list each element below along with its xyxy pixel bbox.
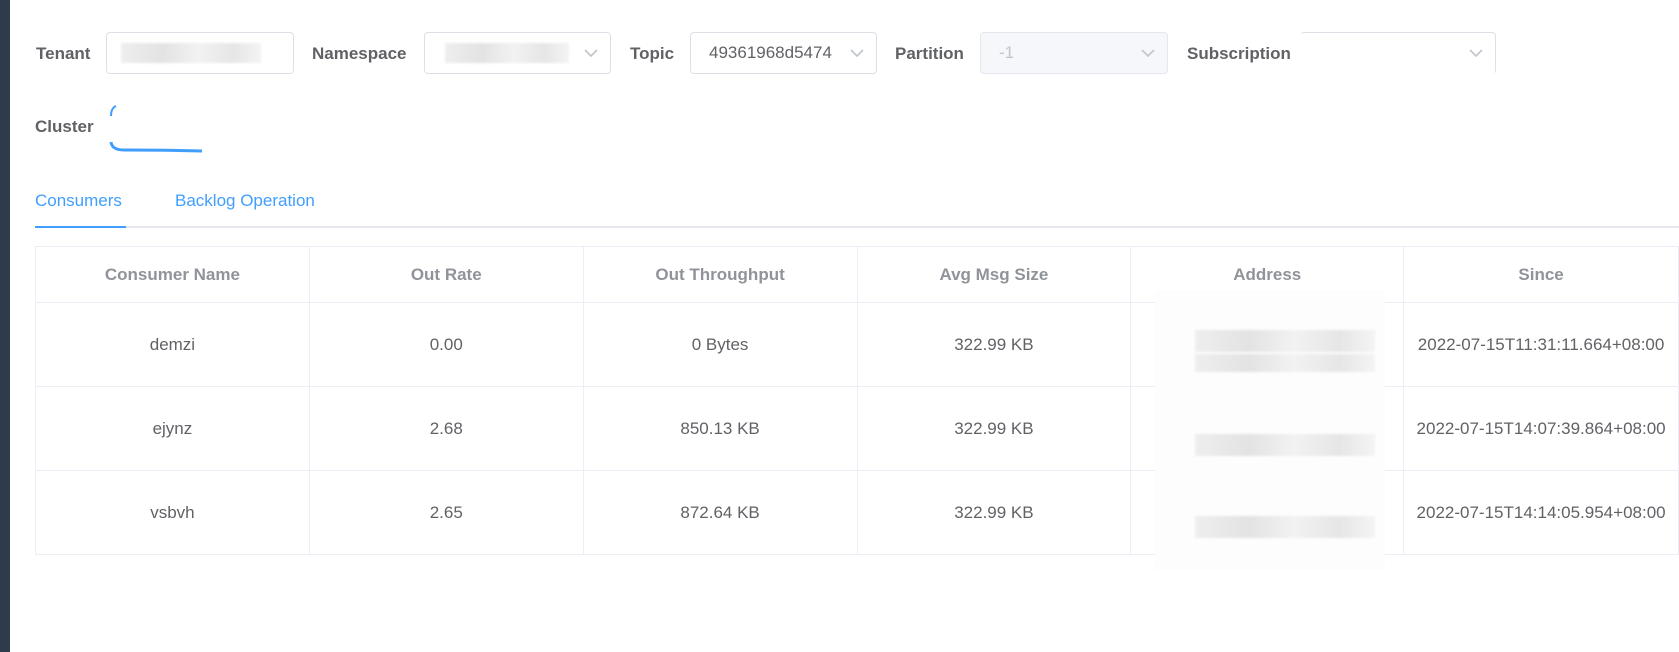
col-out-throughput[interactable]: Out Throughput — [582, 246, 858, 303]
subscription-label: Subscription — [1187, 44, 1291, 63]
table-row: demzi 0.00 0 Bytes 322.99 KB 2022-07-15T… — [35, 302, 1679, 387]
cell-out-rate: 2.65 — [308, 470, 584, 555]
subscription-select[interactable] — [1300, 32, 1496, 74]
topic-label: Topic — [630, 44, 675, 63]
cell-out-throughput: 850.13 KB — [582, 386, 858, 471]
col-consumer-name[interactable]: Consumer Name — [35, 246, 310, 303]
namespace-label: Namespace — [312, 44, 407, 63]
col-avg-msg-size[interactable]: Avg Msg Size — [856, 246, 1132, 303]
consumers-table: Consumer Name Out Rate Out Throughput Av… — [35, 246, 1679, 555]
tenant-label: Tenant — [36, 44, 91, 63]
table-header-row: Consumer Name Out Rate Out Throughput Av… — [35, 246, 1679, 303]
namespace-select[interactable] — [424, 32, 611, 74]
col-since[interactable]: Since — [1403, 246, 1679, 303]
partition-label: Partition — [895, 44, 964, 63]
cell-out-rate: 0.00 — [308, 302, 584, 387]
cell-since: 2022-07-15T11:31:11.664+08:00 — [1403, 302, 1679, 387]
topic-select[interactable]: 49361968d5474 — [690, 32, 877, 74]
redacted-address-3 — [1195, 516, 1375, 538]
cell-out-rate: 2.68 — [308, 386, 584, 471]
cluster-label: Cluster — [35, 117, 94, 136]
chevron-down-icon — [584, 49, 598, 58]
cell-out-throughput: 0 Bytes — [582, 302, 858, 387]
cell-avg-msg-size: 322.99 KB — [856, 386, 1132, 471]
cell-since: 2022-07-15T14:07:39.864+08:00 — [1403, 386, 1679, 471]
cell-consumer-name: ejynz — [35, 386, 310, 471]
redacted-address-overlay — [1155, 290, 1385, 570]
col-out-rate[interactable]: Out Rate — [308, 246, 584, 303]
cluster-select[interactable] — [106, 102, 216, 154]
tab-active-indicator — [35, 226, 126, 228]
redacted-address-1 — [1195, 330, 1375, 352]
sidebar-edge — [0, 0, 10, 652]
cell-out-throughput: 872.64 KB — [582, 470, 858, 555]
cell-avg-msg-size: 322.99 KB — [856, 470, 1132, 555]
cell-since: 2022-07-15T14:14:05.954+08:00 — [1403, 470, 1679, 555]
cell-consumer-name: vsbvh — [35, 470, 310, 555]
chevron-down-icon — [1141, 49, 1155, 58]
cell-avg-msg-size: 322.99 KB — [856, 302, 1132, 387]
redacted-namespace — [445, 43, 569, 63]
tab-consumers[interactable]: Consumers — [35, 191, 122, 211]
redacted-tenant — [121, 43, 261, 63]
topic-value: 49361968d5474 — [709, 43, 832, 62]
partition-select[interactable]: -1 — [980, 32, 1168, 74]
cell-consumer-name: demzi — [35, 302, 310, 387]
partition-value: -1 — [999, 43, 1015, 62]
redacted-address-2 — [1195, 434, 1375, 456]
redacted-address-1b — [1195, 354, 1375, 372]
chevron-down-icon — [850, 49, 864, 58]
tenant-select[interactable] — [106, 32, 294, 74]
chevron-down-icon — [1469, 49, 1483, 58]
table-row: ejynz 2.68 850.13 KB 322.99 KB 2022-07-1… — [35, 386, 1679, 471]
table-row: vsbvh 2.65 872.64 KB 322.99 KB 2022-07-1… — [35, 470, 1679, 555]
tab-backlog-operation[interactable]: Backlog Operation — [175, 191, 315, 211]
tabs-divider — [35, 226, 1679, 228]
